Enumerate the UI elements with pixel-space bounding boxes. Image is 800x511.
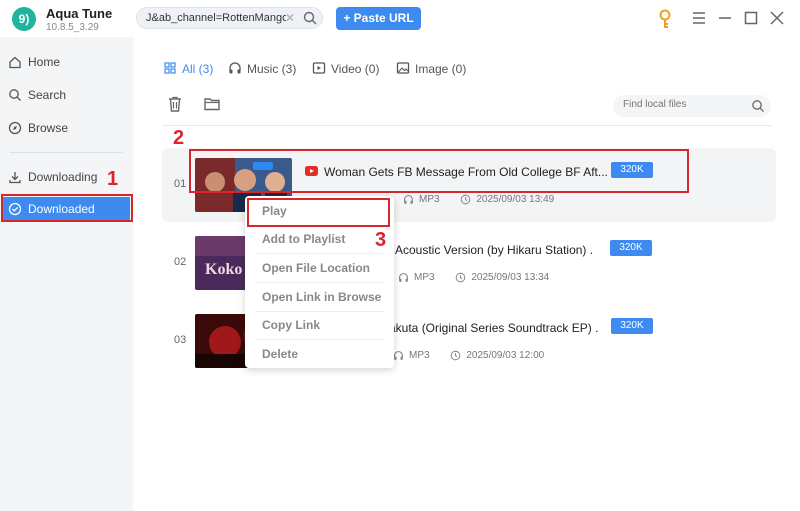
home-icon: [9, 56, 21, 69]
track-meta: MP3 2025/09/03 12:00: [393, 350, 544, 361]
annotation-box-track: [189, 149, 689, 193]
tab-video[interactable]: Video (0): [312, 61, 384, 77]
track-meta: MP3 2025/09/03 13:34: [398, 272, 549, 283]
tab-label: Image (0): [415, 62, 467, 76]
menu-item-delete[interactable]: Delete: [245, 340, 394, 368]
video-icon: [312, 62, 326, 74]
track-meta: MP3 2025/09/03 13:49: [403, 194, 554, 205]
title-bar: 9) Aqua Tune 10.8.5_3.29 J&ab_channel=Ro…: [0, 0, 800, 37]
track-title: Acoustic Version (by Hikaru Station) .: [395, 243, 594, 257]
download-icon: [9, 172, 21, 184]
trash-icon[interactable]: [166, 95, 184, 113]
menu-item-copy-link[interactable]: Copy Link: [245, 311, 394, 339]
menu-item-add-to-playlist[interactable]: Add to Playlist: [245, 225, 394, 253]
url-input[interactable]: J&ab_channel=RottenMango ✕: [136, 7, 323, 29]
track-date: 2025/09/03 12:00: [466, 350, 545, 362]
sidebar-divider: [10, 152, 123, 153]
menu-item-open-link-in-browse[interactable]: Open Link in Browse: [245, 283, 394, 311]
svg-text:Koko: Koko: [205, 261, 242, 278]
folder-icon[interactable]: [203, 95, 221, 113]
headphones-icon: [394, 351, 403, 360]
url-input-value[interactable]: J&ab_channel=RottenMango: [146, 12, 286, 24]
row-number: 03: [174, 334, 187, 346]
sidebar-item-search[interactable]: Search: [0, 83, 133, 107]
annotation-box-play: [247, 198, 390, 227]
tab-all[interactable]: All (3): [163, 61, 218, 77]
app-name: Aqua Tune: [46, 6, 113, 21]
search-icon[interactable]: [751, 99, 765, 113]
tab-label: Music (3): [247, 62, 297, 76]
clock-icon: [451, 350, 461, 361]
app-version: 10.8.5_3.29: [46, 22, 99, 33]
compass-icon: [8, 121, 22, 135]
find-local-files-input[interactable]: [623, 99, 743, 110]
tab-label: Video (0): [331, 62, 380, 76]
quality-badge: 320K: [610, 240, 652, 256]
maximize-icon[interactable]: [742, 9, 760, 27]
menu-item-open-file-location[interactable]: Open File Location: [245, 254, 394, 282]
row-number: 01: [174, 178, 187, 190]
clock-icon: [461, 194, 471, 205]
headphones-icon: [399, 273, 408, 282]
row-number: 02: [174, 256, 187, 268]
find-local-files[interactable]: [613, 95, 771, 117]
clock-icon: [456, 272, 466, 283]
tab-music[interactable]: Music (3): [228, 61, 300, 77]
annotation-number-3: 3: [375, 229, 387, 251]
app-logo: 9): [12, 7, 36, 31]
divider: [162, 125, 772, 126]
sidebar-item-label: Home: [28, 55, 61, 69]
track-format: MP3: [409, 350, 430, 362]
app-window: 9) Aqua Tune 10.8.5_3.29 J&ab_channel=Ro…: [0, 0, 800, 511]
minimize-icon[interactable]: [716, 9, 734, 27]
clear-icon[interactable]: ✕: [285, 11, 295, 25]
tab-image[interactable]: Image (0): [396, 61, 472, 77]
sidebar-item-label: Search: [28, 88, 67, 102]
track-date: 2025/09/03 13:49: [476, 194, 555, 206]
annotation-number-1: 1: [107, 168, 119, 190]
track-format: MP3: [419, 194, 440, 206]
paste-url-button[interactable]: + Paste URL: [336, 7, 421, 30]
headphones-icon: [404, 195, 413, 204]
headphones-icon: [229, 62, 241, 74]
grid-icon: [164, 62, 176, 74]
tab-label: All (3): [182, 62, 214, 76]
key-icon[interactable]: [657, 9, 673, 29]
annotation-number-2: 2: [173, 127, 185, 149]
sidebar-item-browse[interactable]: Browse: [0, 116, 133, 140]
sidebar: Home Search Browse Downloading Downloade…: [0, 37, 133, 511]
sidebar-item-label: Downloading: [28, 170, 98, 184]
search-icon: [9, 89, 21, 101]
image-icon: [396, 62, 410, 74]
sidebar-item-label: Browse: [28, 121, 69, 135]
track-title: akuta (Original Series Soundtrack EP) .: [389, 321, 599, 335]
search-icon[interactable]: [303, 11, 317, 25]
sidebar-item-home[interactable]: Home: [0, 50, 133, 74]
menu-icon[interactable]: [690, 9, 708, 27]
close-icon[interactable]: [768, 9, 786, 27]
track-format: MP3: [414, 272, 435, 284]
quality-badge: 320K: [611, 318, 653, 334]
annotation-box-downloaded: [1, 194, 133, 222]
track-date: 2025/09/03 13:34: [471, 272, 550, 284]
